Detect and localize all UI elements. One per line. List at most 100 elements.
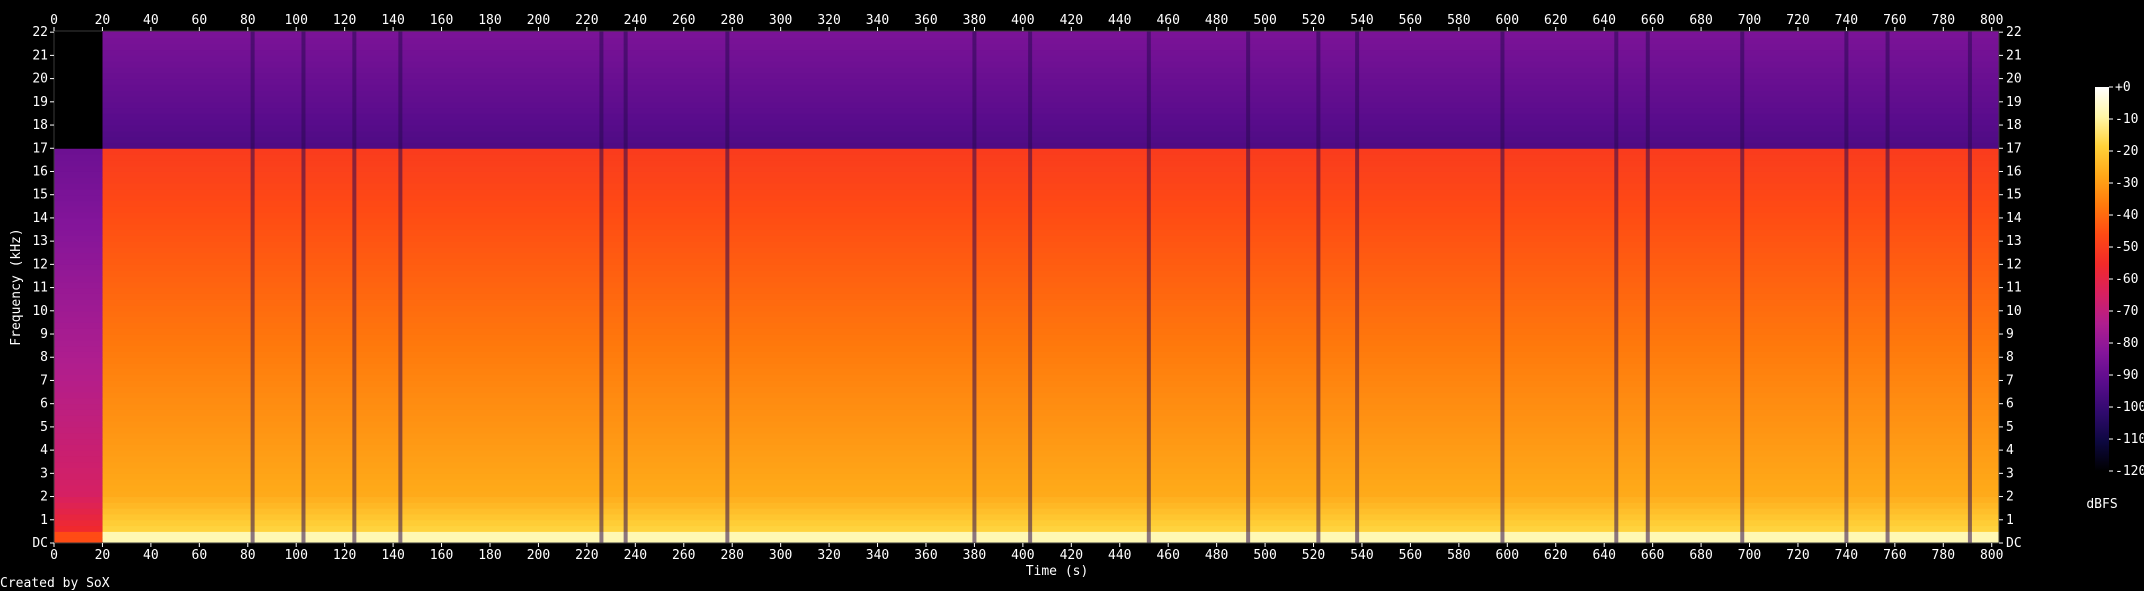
x-tick-label-top: 140	[381, 13, 404, 28]
x-tick-label-bottom: 780	[1932, 548, 1955, 563]
y-tick-label-left: 19	[32, 95, 48, 110]
x-tick-label-bottom: 720	[1786, 548, 1809, 563]
y-tick-label-left: 5	[40, 420, 48, 435]
y-tick-label-right: 6	[2006, 397, 2014, 412]
x-tick-label-bottom: 400	[1011, 548, 1034, 563]
x-tick-label-bottom: 420	[1060, 548, 1083, 563]
x-tick-label-top: 460	[1156, 13, 1179, 28]
y-tick-label-right: 15	[2006, 188, 2022, 203]
x-tick-label-bottom: 560	[1399, 548, 1422, 563]
y-tick-label-right: 10	[2006, 304, 2022, 319]
x-tick-label-top: 720	[1786, 13, 1809, 28]
x-tick-label-bottom: 460	[1156, 548, 1179, 563]
y-tick-label-left: 20	[32, 72, 48, 87]
y-tick-label-right: 17	[2006, 141, 2022, 156]
y-tick-label-left: 9	[40, 327, 48, 342]
x-tick-label-bottom: 600	[1496, 548, 1519, 563]
x-tick-label-top: 340	[866, 13, 889, 28]
y-tick-label-right: 18	[2006, 118, 2022, 133]
x-tick-label-bottom: 60	[192, 548, 208, 563]
x-tick-label-top: 380	[963, 13, 986, 28]
y-tick-label-right: 1	[2006, 513, 2014, 528]
x-tick-label-top: 580	[1447, 13, 1470, 28]
x-tick-label-top: 700	[1738, 13, 1761, 28]
x-tick-label-bottom: 300	[769, 548, 792, 563]
x-tick-label-bottom: 540	[1350, 548, 1373, 563]
x-tick-label-bottom: 680	[1689, 548, 1712, 563]
colorbar-tick-label: -40	[2115, 208, 2138, 223]
x-tick-label-bottom: 480	[1205, 548, 1228, 563]
y-tick-label-left: 17	[32, 141, 48, 156]
x-tick-label-bottom: 240	[624, 548, 647, 563]
x-tick-label-bottom: 500	[1253, 548, 1276, 563]
x-tick-label-bottom: 700	[1738, 548, 1761, 563]
y-tick-label-left: 7	[40, 373, 48, 388]
x-tick-label-bottom: 160	[430, 548, 453, 563]
y-tick-label-left: 15	[32, 188, 48, 203]
y-tick-label-left: 6	[40, 397, 48, 412]
colorbar-tick-label: -90	[2115, 368, 2138, 383]
x-tick-label-top: 220	[575, 13, 598, 28]
x-tick-label-top: 80	[240, 13, 256, 28]
x-tick-label-bottom: 800	[1980, 548, 2003, 563]
x-tick-label-bottom: 140	[381, 548, 404, 563]
x-tick-label-bottom: 440	[1108, 548, 1131, 563]
y-tick-label-left: 3	[40, 466, 48, 481]
colorbar-tick-label: -10	[2115, 112, 2138, 127]
y-tick-label-right: 2	[2006, 490, 2014, 505]
y-tick-label-right: 21	[2006, 48, 2022, 63]
y-tick-label-right: 13	[2006, 234, 2022, 249]
x-tick-label-top: 260	[672, 13, 695, 28]
x-tick-label-bottom: 120	[333, 548, 356, 563]
x-tick-label-bottom: 260	[672, 548, 695, 563]
y-tick-label-left: 11	[32, 281, 48, 296]
x-tick-label-bottom: 0	[50, 548, 58, 563]
y-tick-label-left: 8	[40, 350, 48, 365]
x-tick-label-top: 800	[1980, 13, 2003, 28]
y-tick-label-left: 14	[32, 211, 48, 226]
y-tick-label-right: 7	[2006, 373, 2014, 388]
y-tick-label-right: 20	[2006, 72, 2022, 87]
x-tick-label-top: 440	[1108, 13, 1131, 28]
x-tick-label-top: 20	[95, 13, 111, 28]
colorbar-tick-label: -20	[2115, 144, 2138, 159]
y-tick-label-right: 16	[2006, 164, 2022, 179]
x-tick-label-bottom: 180	[478, 548, 501, 563]
x-tick-label-bottom: 580	[1447, 548, 1470, 563]
x-tick-label-bottom: 660	[1641, 548, 1664, 563]
colorbar-tick-label: -120	[2115, 464, 2144, 479]
colorbar-tick-label: -60	[2115, 272, 2138, 287]
y-tick-label-right: 11	[2006, 281, 2022, 296]
x-tick-label-top: 120	[333, 13, 356, 28]
x-tick-label-top: 100	[284, 13, 307, 28]
x-tick-label-bottom: 360	[914, 548, 937, 563]
y-tick-label-right: 12	[2006, 257, 2022, 272]
x-tick-label-top: 280	[720, 13, 743, 28]
y-tick-label-left: 2	[40, 490, 48, 505]
y-tick-label-left: 10	[32, 304, 48, 319]
y-tick-label-right: 19	[2006, 95, 2022, 110]
colorbar-tick-label: -30	[2115, 176, 2138, 191]
y-tick-label-left: 22	[32, 25, 48, 40]
x-tick-label-top: 660	[1641, 13, 1664, 28]
y-tick-label-left: 1	[40, 513, 48, 528]
y-tick-label-right: 4	[2006, 443, 2014, 458]
x-tick-label-top: 480	[1205, 13, 1228, 28]
y-tick-label-right: 5	[2006, 420, 2014, 435]
x-tick-label-top: 360	[914, 13, 937, 28]
x-tick-label-top: 40	[143, 13, 159, 28]
x-tick-label-bottom: 760	[1883, 548, 1906, 563]
y-tick-label-left: 18	[32, 118, 48, 133]
x-tick-label-top: 160	[430, 13, 453, 28]
x-tick-label-top: 240	[624, 13, 647, 28]
x-tick-label-top: 600	[1496, 13, 1519, 28]
x-tick-label-top: 200	[527, 13, 550, 28]
x-tick-label-top: 0	[50, 13, 58, 28]
x-tick-label-top: 320	[817, 13, 840, 28]
x-tick-label-bottom: 340	[866, 548, 889, 563]
colorbar-tick-label: -70	[2115, 304, 2138, 319]
y-axis-title: Frequency (kHz)	[9, 228, 24, 345]
x-tick-label-top: 620	[1544, 13, 1567, 28]
x-tick-label-bottom: 520	[1302, 548, 1325, 563]
x-tick-label-bottom: 220	[575, 548, 598, 563]
